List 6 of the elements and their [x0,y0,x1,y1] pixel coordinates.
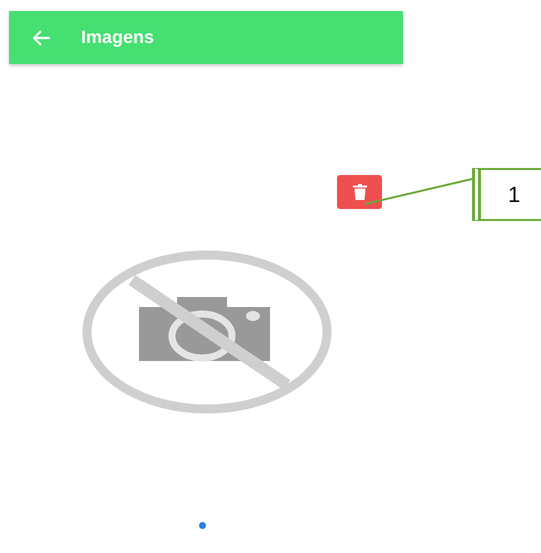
callout-box: 1 [472,168,541,221]
back-arrow-icon [33,30,51,46]
no-photo-icon [82,250,332,414]
delete-button[interactable] [337,175,382,209]
screen-title: Imagens [81,27,154,48]
trash-icon [352,184,366,200]
